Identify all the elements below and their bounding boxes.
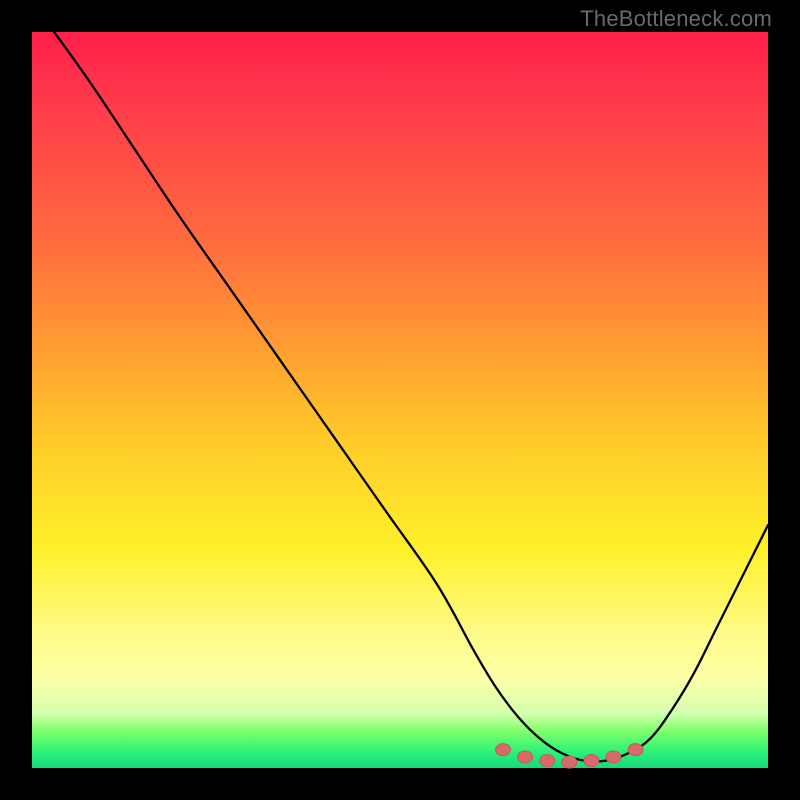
curve-marker xyxy=(562,756,577,768)
curve-marker xyxy=(584,755,599,767)
marker-group xyxy=(496,744,643,769)
curve-marker xyxy=(606,751,621,763)
chart-svg xyxy=(32,32,768,768)
plot-area xyxy=(32,32,768,768)
curve-marker xyxy=(496,744,511,756)
curve-marker xyxy=(628,744,643,756)
curve-marker xyxy=(518,751,533,763)
curve-marker xyxy=(540,755,555,767)
bottleneck-curve xyxy=(32,3,768,762)
watermark-text: TheBottleneck.com xyxy=(580,6,772,32)
chart-frame: TheBottleneck.com xyxy=(0,0,800,800)
